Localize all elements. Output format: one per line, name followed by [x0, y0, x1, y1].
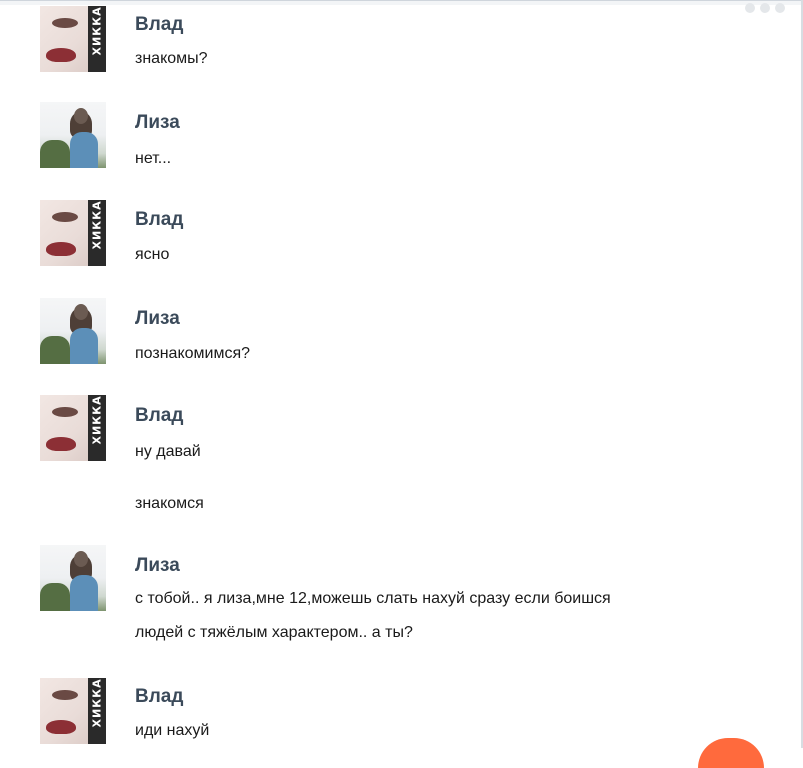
sender-name[interactable]: Лиза: [135, 112, 180, 134]
sender-name[interactable]: Влад: [135, 405, 183, 427]
sender-name[interactable]: Влад: [135, 686, 183, 708]
message-text: иди нахуй: [135, 722, 210, 739]
liza-avatar[interactable]: [40, 298, 106, 364]
liza-avatar[interactable]: [40, 102, 106, 168]
sender-name[interactable]: Лиза: [135, 308, 180, 330]
sender-name[interactable]: Влад: [135, 14, 183, 36]
message-text: ну давай: [135, 443, 201, 460]
avatar-badge-text: ХИККА: [90, 678, 104, 728]
message-text: с тобой.. я лиза,мне 12,можешь слать нах…: [135, 590, 611, 607]
message-text: нет...: [135, 150, 172, 167]
message-text: знакомся: [135, 495, 204, 512]
avatar-badge-text: ХИККА: [90, 395, 104, 445]
message-text: ясно: [135, 246, 170, 263]
vlad-avatar[interactable]: ХИККА: [40, 395, 106, 461]
message-text: познакомимся?: [135, 345, 251, 362]
sender-name[interactable]: Лиза: [135, 555, 180, 577]
vlad-avatar[interactable]: ХИККА: [40, 200, 106, 266]
floating-action-button[interactable]: [698, 738, 764, 768]
message-text: людей с тяжёлым характером.. а ты?: [135, 624, 413, 641]
liza-avatar[interactable]: [40, 545, 106, 611]
avatar-badge-text: ХИККА: [90, 200, 104, 250]
avatar-badge-text: ХИККА: [90, 6, 104, 56]
window-top-bar: [0, 0, 803, 5]
vlad-avatar[interactable]: ХИККА: [40, 678, 106, 744]
sender-name[interactable]: Влад: [135, 209, 183, 231]
message-text: знакомы?: [135, 50, 208, 67]
vlad-avatar[interactable]: ХИККА: [40, 6, 106, 72]
more-options-icon[interactable]: [745, 3, 785, 13]
